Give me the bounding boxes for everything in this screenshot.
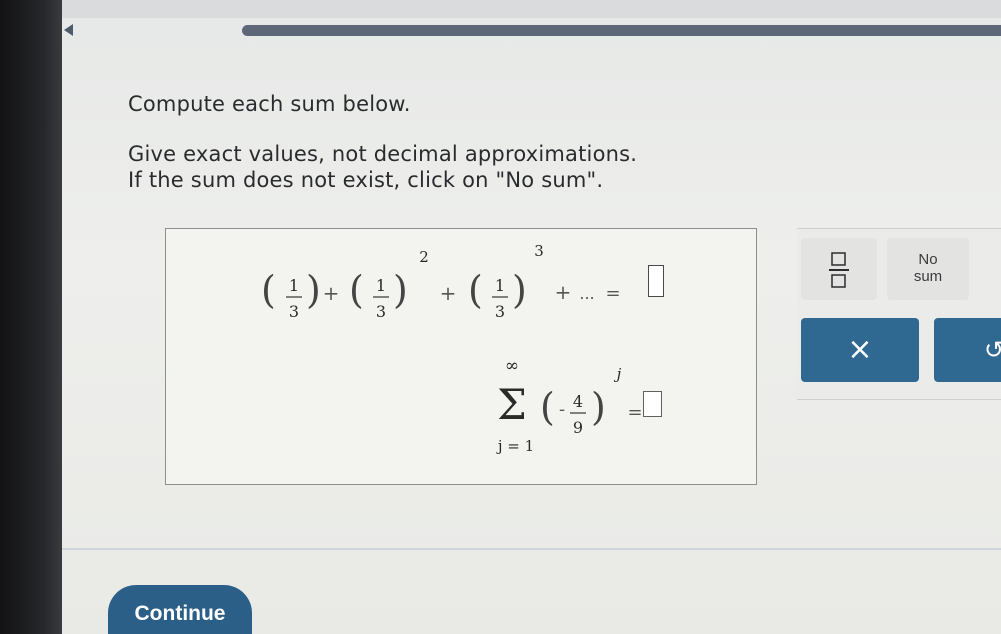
undo-icon: ↺ <box>984 336 1001 364</box>
screen: Compute each sum below. Give exact value… <box>62 0 1001 634</box>
plus-sign-1: + <box>323 281 340 305</box>
plus-sign-3: + <box>555 280 572 304</box>
no-sum-label-line2: sum <box>913 268 943 285</box>
svg-text:): ) <box>306 268 321 312</box>
progress-bar <box>242 25 1001 36</box>
term1-numerator: 1 <box>289 276 299 295</box>
sigma-lower-limit: j = 1 <box>496 437 534 455</box>
answer-input-2[interactable] <box>643 391 662 417</box>
undo-button[interactable]: ↺ <box>934 318 1001 382</box>
no-sum-button[interactable]: No sum <box>887 238 969 300</box>
sigma-exponent: j <box>614 365 622 383</box>
term2-denominator: 3 <box>376 302 386 321</box>
sigma-symbol: Σ <box>497 380 527 429</box>
answer-input-1[interactable] <box>648 265 664 297</box>
instruction-text-1: Compute each sum below. <box>128 92 411 116</box>
sigma-numerator: 4 <box>573 392 583 411</box>
exponent-3: 3 <box>534 242 544 260</box>
fraction-icon <box>829 252 849 288</box>
svg-text:): ) <box>512 268 527 312</box>
problem-math: ( 1 3 ) + ( 1 3 ) 2 + (1 3) 3 + ... = … <box>261 242 643 455</box>
no-sum-label-line1: No <box>918 251 938 268</box>
svg-text:): ) <box>591 385 606 429</box>
svg-text:): ) <box>393 268 408 312</box>
math-keypad: No sum × ↺ <box>797 228 1001 400</box>
back-arrow-icon[interactable] <box>64 24 73 36</box>
monitor-bezel <box>0 0 62 634</box>
continue-button[interactable]: Continue <box>108 585 252 634</box>
term3-numerator: 1 <box>495 276 505 295</box>
svg-text:(: ( <box>468 268 483 312</box>
clear-button[interactable]: × <box>801 318 919 382</box>
instruction-text-2: Give exact values, not decimal approxima… <box>128 142 638 166</box>
footer-divider <box>62 548 1001 550</box>
plus-sign-2: + <box>440 281 457 305</box>
svg-text:(: ( <box>261 268 276 312</box>
close-icon: × <box>847 332 873 367</box>
svg-text:(: ( <box>349 268 364 312</box>
problem-panel: ( 1 3 ) + ( 1 3 ) 2 + (1 3) 3 + ... = … <box>165 228 757 485</box>
sigma-upper-limit: ∞ <box>505 356 519 376</box>
minus-sign: - <box>559 399 565 420</box>
ellipsis: ... <box>579 284 594 303</box>
equals-sign-2: = <box>627 402 642 423</box>
sigma-denominator: 9 <box>573 418 583 437</box>
instruction-text-3: If the sum does not exist, click on "No … <box>128 168 604 192</box>
series-term-3: ( 1 3 ) 3 <box>468 242 544 321</box>
exponent-2: 2 <box>419 248 429 266</box>
equals-sign-1: = <box>605 283 620 304</box>
term2-numerator: 1 <box>376 276 386 295</box>
series-term-2: ( 1 3 ) 2 <box>349 248 429 321</box>
term3-denominator: 3 <box>495 302 505 321</box>
fraction-button[interactable] <box>801 238 877 300</box>
term1-denominator: 3 <box>289 302 299 321</box>
svg-text:(: ( <box>540 385 555 429</box>
top-strip <box>62 0 1001 18</box>
series-term-1: ( 1 3 ) <box>261 268 321 321</box>
